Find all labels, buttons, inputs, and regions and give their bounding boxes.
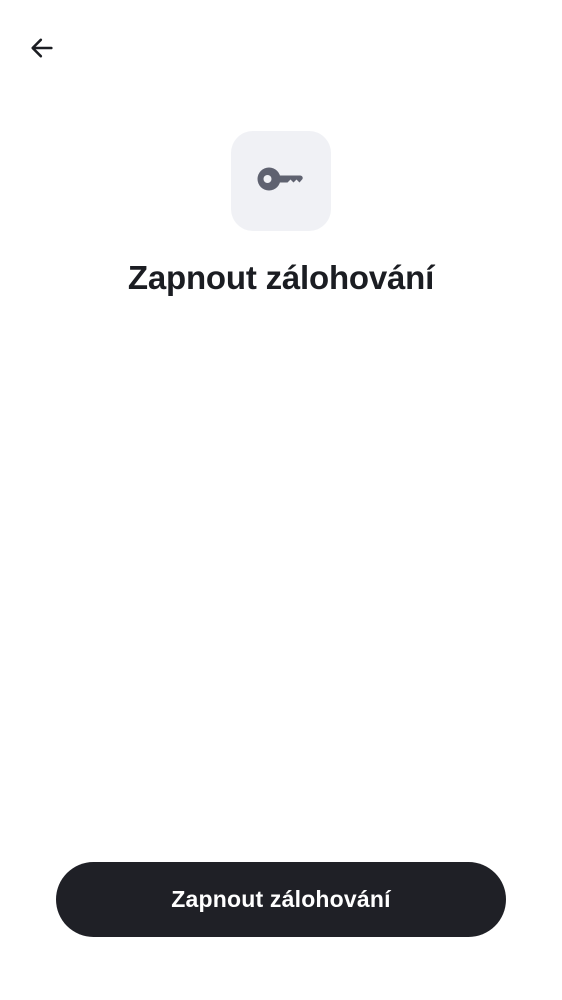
page-title: Zapnout zálohování (127, 259, 435, 296)
back-button[interactable] (20, 28, 64, 72)
key-icon-tile (231, 131, 331, 231)
key-icon (256, 164, 306, 199)
enable-backup-button[interactable]: Zapnout zálohování (56, 862, 506, 937)
arrow-left-icon (28, 34, 56, 67)
